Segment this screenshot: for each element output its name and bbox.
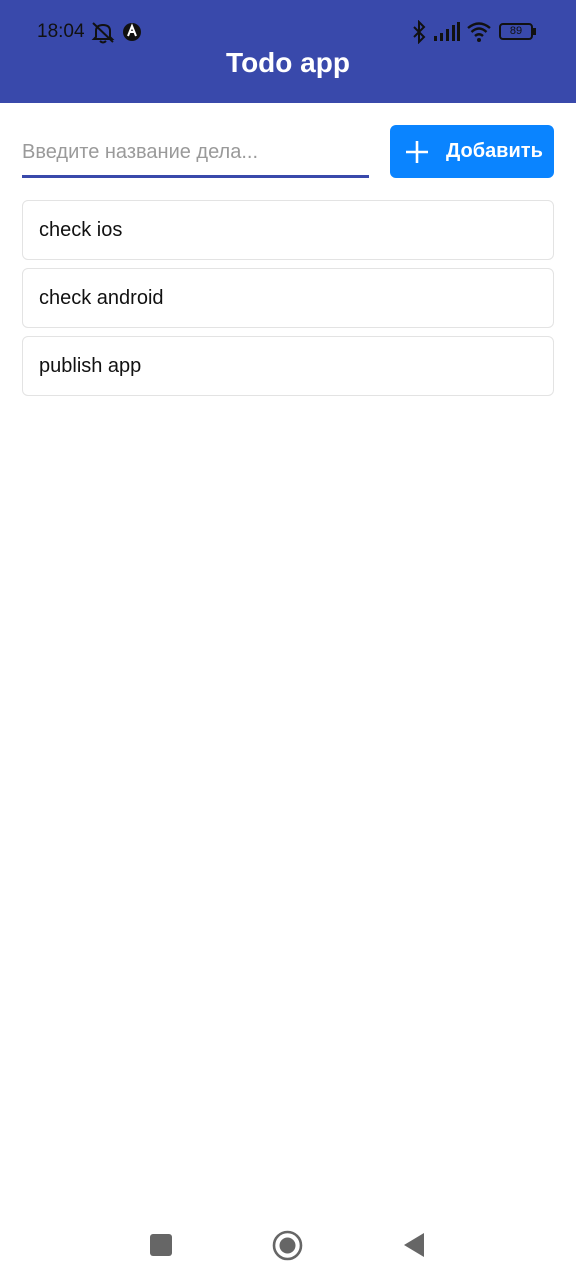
app-notification-icon [123,23,141,41]
todo-title-input[interactable] [22,130,369,175]
status-time: 18:04 [37,21,85,42]
battery-level: 89 [509,25,523,37]
todo-list: check ios check android publish app [22,200,554,404]
back-triangle-icon[interactable] [403,1232,425,1258]
add-button-label: Добавить [446,140,543,162]
todo-item-title: check android [39,286,164,309]
system-nav-bar [0,1215,576,1275]
add-todo-button[interactable]: Добавить [390,125,554,178]
signal-icon [434,22,460,41]
todo-item[interactable]: check android [22,268,554,328]
home-circle-icon[interactable] [272,1230,303,1261]
recents-square-icon[interactable] [150,1234,172,1256]
todo-item[interactable]: publish app [22,336,554,396]
page-title: Todo app [226,47,350,78]
todo-item-title: publish app [39,354,142,377]
battery-icon: 89 [499,23,536,40]
todo-input-container [22,130,369,178]
todo-item[interactable]: check ios [22,200,554,260]
bluetooth-icon [413,20,426,44]
todo-item-title: check ios [39,218,123,241]
wifi-icon [467,22,491,42]
app-bar: 18:04 89 Todo app [0,0,576,103]
plus-icon [406,140,428,163]
alarm-off-icon [91,22,115,44]
